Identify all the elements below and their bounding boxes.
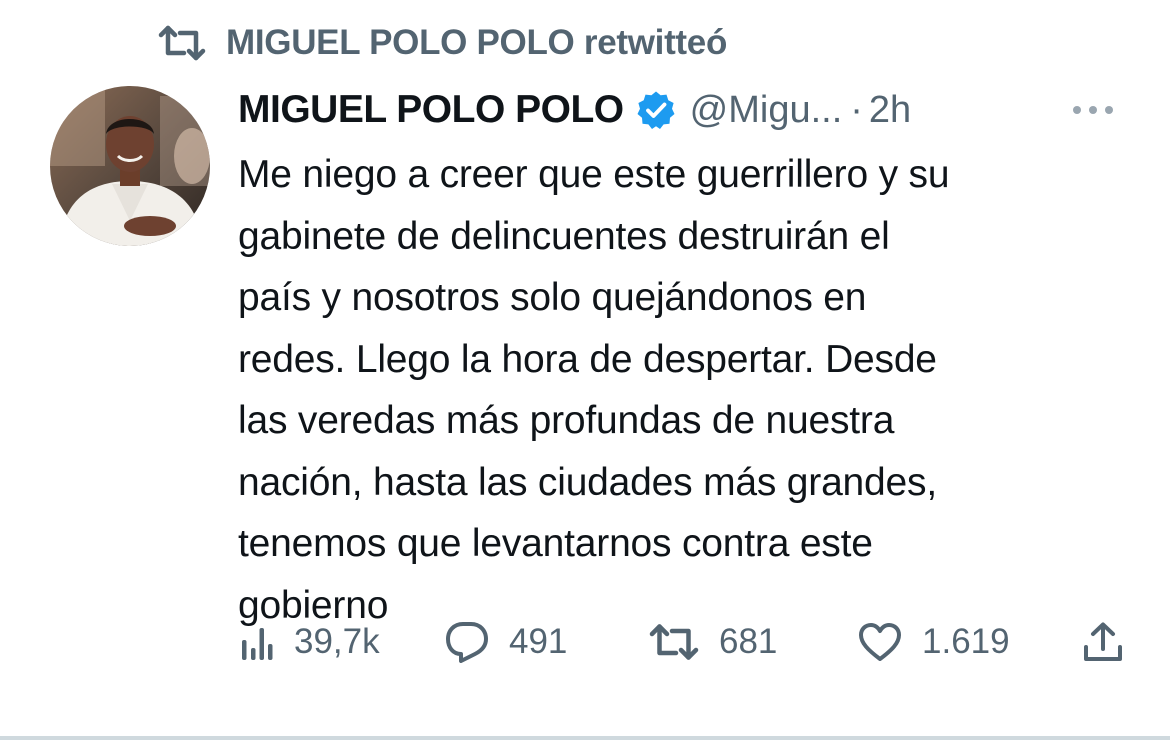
tweet-actions-bar: 39,7k 491 681 1.619 xyxy=(238,614,1138,670)
like-count: 1.619 xyxy=(922,622,1010,661)
retweet-context[interactable]: MIGUEL POLO POLO retwitteó xyxy=(158,20,727,66)
reply-count: 491 xyxy=(509,622,568,661)
reply-action[interactable]: 491 xyxy=(445,614,567,670)
tweet-timestamp[interactable]: 2h xyxy=(869,89,911,132)
heart-icon xyxy=(858,622,902,662)
like-action[interactable]: 1.619 xyxy=(858,614,1010,670)
avatar[interactable] xyxy=(50,86,210,246)
verified-badge-icon xyxy=(636,90,676,130)
retweet-action[interactable]: 681 xyxy=(649,614,777,670)
share-icon xyxy=(1083,621,1123,663)
author-name[interactable]: MIGUEL POLO POLO xyxy=(238,88,624,132)
more-options-icon[interactable] xyxy=(1068,90,1118,130)
reply-icon xyxy=(445,621,489,663)
tweet-text: Me niego a creer que este guerrillero y … xyxy=(238,153,950,627)
retweet-icon xyxy=(649,623,699,661)
views-action[interactable]: 39,7k xyxy=(240,614,380,670)
retweet-context-text: MIGUEL POLO POLO retwitteó xyxy=(226,23,728,62)
header-separator: · xyxy=(850,88,863,131)
author-handle[interactable]: @Migu... xyxy=(690,89,843,132)
bottom-divider xyxy=(0,736,1170,740)
views-count: 39,7k xyxy=(294,622,380,661)
retweet-icon xyxy=(158,23,206,63)
views-icon xyxy=(240,622,274,662)
share-action[interactable] xyxy=(1083,614,1123,670)
tweet-header: MIGUEL POLO POLO @Migu... · 2h xyxy=(238,82,1128,138)
retweet-count: 681 xyxy=(719,622,778,661)
